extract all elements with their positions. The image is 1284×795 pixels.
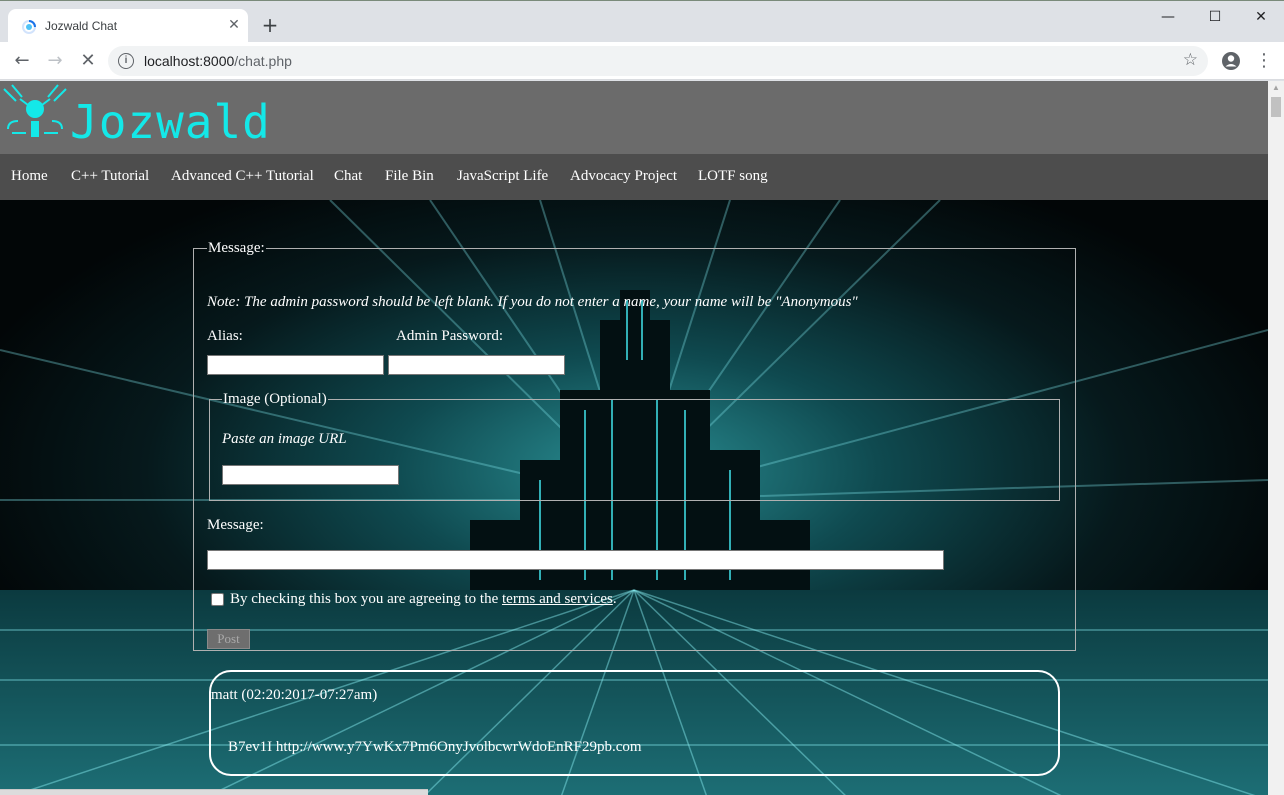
message-input[interactable] [207, 550, 944, 570]
window-close-icon[interactable]: ✕ [1238, 1, 1284, 33]
loading-spinner-icon [22, 20, 36, 34]
site-logo-text[interactable]: Jozwald [70, 97, 271, 147]
page-scrollbar[interactable]: ▲ [1268, 81, 1284, 795]
alias-input[interactable] [207, 355, 384, 375]
agree-prefix: By checking this box you are agreeing to… [230, 591, 503, 607]
nav-file-bin[interactable]: File Bin [385, 168, 434, 185]
chat-post: matt (02:20:2017-07:27am) B7ev1I http://… [209, 670, 1060, 776]
url-text[interactable]: localhost:8000/chat.php [144, 53, 292, 69]
maximize-icon[interactable]: ☐ [1192, 1, 1238, 33]
agree-suffix: . [612, 591, 617, 607]
post-body: B7ev1I http://www.y7YwKx7Pm6OnyJvolbcwrW… [228, 739, 642, 755]
nav-advocacy-project[interactable]: Advocacy Project [570, 168, 677, 185]
nav-advanced-cpp-tutorial[interactable]: Advanced C++ Tutorial [171, 168, 314, 185]
agree-text: By checking this box you are agreeing to… [230, 591, 617, 608]
logo-emblem-icon [3, 84, 67, 137]
minimize-icon[interactable]: — [1145, 1, 1191, 33]
image-fieldset: Image (Optional) Paste an image URL [209, 391, 1060, 501]
scrollbar-thumb[interactable] [1271, 97, 1281, 117]
post-button[interactable]: Post [207, 629, 250, 649]
tab-title: Jozwald Chat [45, 19, 118, 33]
stop-loading-icon[interactable]: ✕ [76, 49, 100, 73]
image-legend: Image (Optional) [223, 391, 327, 407]
message-label: Message: [207, 517, 264, 533]
site-nav: Home C++ Tutorial Advanced C++ Tutorial … [0, 154, 1268, 200]
agree-checkbox[interactable] [211, 593, 224, 606]
back-arrow-icon[interactable]: ← [10, 49, 34, 73]
new-tab-button[interactable]: + [258, 13, 282, 37]
admin-password-input[interactable] [388, 355, 565, 375]
site-info-icon[interactable]: i [118, 53, 134, 69]
browser-tabstrip: Jozwald Chat ✕ + — ☐ ✕ [0, 0, 1284, 43]
message-form: Message: Note: The admin password should… [193, 240, 1076, 651]
image-url-input[interactable] [222, 465, 399, 485]
bookmark-star-icon[interactable]: ☆ [1183, 50, 1198, 70]
site-header: Jozwald [0, 81, 1268, 154]
page-viewport: Jozwald Home C++ Tutorial Advanced C++ T… [0, 81, 1268, 795]
forward-arrow-icon[interactable]: → [43, 49, 67, 73]
status-bar [0, 789, 428, 795]
post-author-line: matt (02:20:2017-07:27am) [211, 687, 378, 703]
menu-kebab-icon[interactable]: ⋮ [1252, 49, 1276, 73]
alias-label: Alias: [207, 328, 243, 344]
tab-close-icon[interactable]: ✕ [226, 16, 242, 32]
nav-javascript-life[interactable]: JavaScript Life [457, 168, 548, 185]
address-bar[interactable]: i localhost:8000/chat.php ☆ [108, 46, 1208, 76]
browser-toolbar: ← → ✕ i localhost:8000/chat.php ☆ ⋮ [0, 42, 1284, 80]
browser-tab[interactable]: Jozwald Chat ✕ [8, 9, 248, 43]
profile-avatar-icon[interactable] [1221, 51, 1241, 71]
image-hint: Paste an image URL [222, 431, 347, 447]
nav-cpp-tutorial[interactable]: C++ Tutorial [71, 168, 149, 185]
admin-password-label: Admin Password: [396, 328, 504, 344]
nav-home[interactable]: Home [11, 168, 48, 185]
nav-lotf-song[interactable]: LOTF song [698, 168, 768, 185]
nav-chat[interactable]: Chat [334, 168, 362, 185]
form-note: Note: The admin password should be left … [207, 294, 858, 310]
scroll-up-icon[interactable]: ▲ [1268, 81, 1284, 95]
terms-link[interactable]: terms and services [502, 591, 613, 607]
form-legend: Message: [208, 240, 265, 256]
